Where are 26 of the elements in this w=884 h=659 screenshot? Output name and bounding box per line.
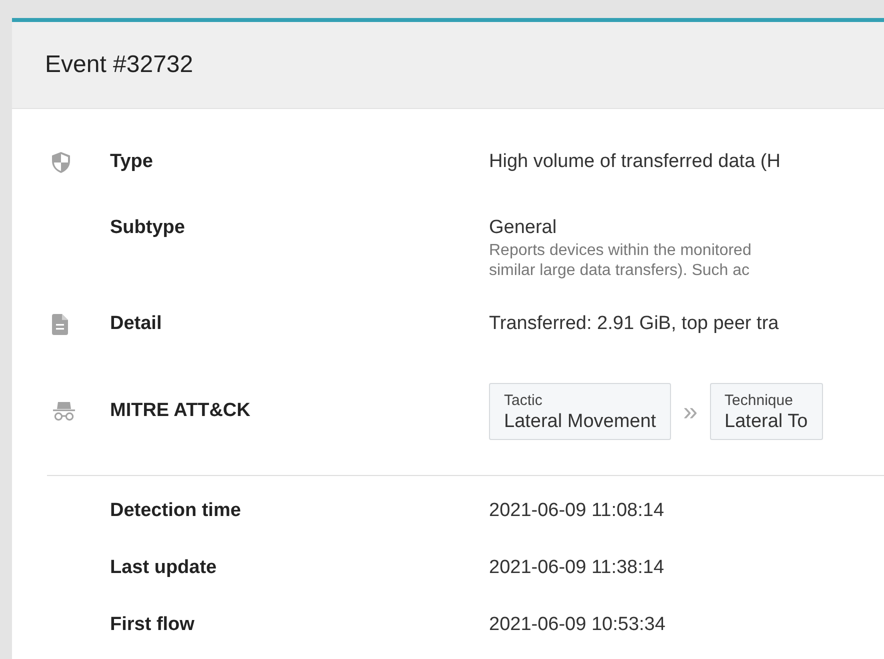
field-label: Detail	[110, 313, 162, 335]
field-label: Detection time	[110, 500, 241, 522]
field-label: Last update	[110, 557, 217, 579]
time-value: 2021-06-09 10:53:34	[489, 613, 666, 637]
spy-icon	[52, 401, 76, 421]
field-value: Transferred: 2.91 GiB, top peer tra	[489, 312, 779, 336]
description-line: Reports devices within the monitored	[489, 241, 752, 261]
separator-chevron: »	[683, 396, 698, 426]
field-label: Type	[110, 151, 153, 173]
field-value: High volume of transferred data (H	[489, 150, 780, 174]
panel-title: Event #32732	[45, 51, 194, 79]
field-label: Subtype	[110, 217, 185, 239]
document-icon	[52, 314, 68, 334]
tag-value: Lateral Movement	[504, 410, 656, 432]
time-value: 2021-06-09 11:38:14	[489, 556, 664, 580]
tag-value: Lateral To	[724, 410, 808, 432]
field-label: First flow	[110, 614, 194, 636]
shield-icon	[52, 152, 70, 172]
mitre-tag[interactable]: Tactic Lateral Movement	[489, 382, 672, 440]
field-label: MITRE ATT&CK	[110, 400, 250, 422]
description-line: similar large data transfers). Such ac	[489, 261, 751, 281]
mitre-tag[interactable]: Technique Lateral To	[710, 382, 823, 440]
field-value: General	[489, 216, 558, 240]
tag-caption: Technique	[724, 392, 794, 408]
time-value: 2021-06-09 11:08:14	[489, 499, 664, 523]
tag-caption: Tactic	[504, 392, 544, 408]
